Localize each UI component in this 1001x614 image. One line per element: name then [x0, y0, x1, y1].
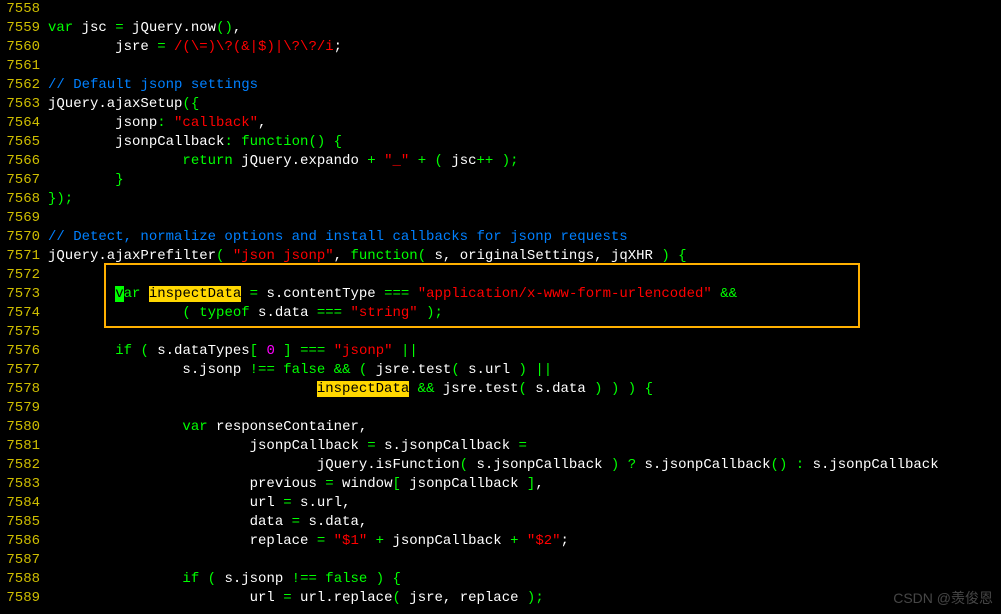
- line-number: 7563: [0, 95, 44, 114]
- code-line[interactable]: 7570// Detect, normalize options and ins…: [0, 228, 1001, 247]
- line-number: 7561: [0, 57, 44, 76]
- line-content[interactable]: jsonp: "callback",: [44, 114, 1001, 133]
- line-number: 7572: [0, 266, 44, 285]
- line-content[interactable]: [44, 551, 1001, 570]
- line-content[interactable]: [44, 57, 1001, 76]
- line-number: 7570: [0, 228, 44, 247]
- line-content[interactable]: jsre = /(\=)\?(&|$)|\?\?/i;: [44, 38, 1001, 57]
- line-content[interactable]: jQuery.isFunction( s.jsonpCallback ) ? s…: [44, 456, 1001, 475]
- code-line[interactable]: 7567 }: [0, 171, 1001, 190]
- line-content[interactable]: previous = window[ jsonpCallback ],: [44, 475, 1001, 494]
- line-content[interactable]: if ( s.dataTypes[ 0 ] === "jsonp" ||: [44, 342, 1001, 361]
- line-number: 7584: [0, 494, 44, 513]
- code-line[interactable]: 7576 if ( s.dataTypes[ 0 ] === "jsonp" |…: [0, 342, 1001, 361]
- line-content[interactable]: });: [44, 190, 1001, 209]
- line-number: 7580: [0, 418, 44, 437]
- line-content[interactable]: [44, 399, 1001, 418]
- code-line[interactable]: 7571jQuery.ajaxPrefilter( "json jsonp", …: [0, 247, 1001, 266]
- code-line[interactable]: 7580 var responseContainer,: [0, 418, 1001, 437]
- line-content[interactable]: ( typeof s.data === "string" );: [44, 304, 1001, 323]
- line-number: 7569: [0, 209, 44, 228]
- code-line[interactable]: 7572: [0, 266, 1001, 285]
- line-number: 7571: [0, 247, 44, 266]
- line-number: 7589: [0, 589, 44, 608]
- line-content[interactable]: }: [44, 171, 1001, 190]
- code-line[interactable]: 7577 s.jsonp !== false && ( jsre.test( s…: [0, 361, 1001, 380]
- line-number: 7582: [0, 456, 44, 475]
- line-number: 7585: [0, 513, 44, 532]
- code-line[interactable]: 7583 previous = window[ jsonpCallback ],: [0, 475, 1001, 494]
- line-content[interactable]: [44, 209, 1001, 228]
- code-line[interactable]: 7573 var inspectData = s.contentType ===…: [0, 285, 1001, 304]
- code-line[interactable]: 7581 jsonpCallback = s.jsonpCallback =: [0, 437, 1001, 456]
- line-number: 7587: [0, 551, 44, 570]
- line-number: 7577: [0, 361, 44, 380]
- line-content[interactable]: if ( s.jsonp !== false ) {: [44, 570, 1001, 589]
- line-content[interactable]: [44, 266, 1001, 285]
- line-number: 7573: [0, 285, 44, 304]
- line-content[interactable]: inspectData && jsre.test( s.data ) ) ) {: [44, 380, 1001, 399]
- code-line[interactable]: 7574 ( typeof s.data === "string" );: [0, 304, 1001, 323]
- line-content[interactable]: data = s.data,: [44, 513, 1001, 532]
- line-number: 7568: [0, 190, 44, 209]
- code-line[interactable]: 7585 data = s.data,: [0, 513, 1001, 532]
- line-content[interactable]: url = s.url,: [44, 494, 1001, 513]
- line-content[interactable]: var inspectData = s.contentType === "app…: [44, 285, 1001, 304]
- code-line[interactable]: 7575: [0, 323, 1001, 342]
- line-content[interactable]: [44, 0, 1001, 19]
- line-content[interactable]: jsonpCallback = s.jsonpCallback =: [44, 437, 1001, 456]
- line-number: 7565: [0, 133, 44, 152]
- code-line[interactable]: 7565 jsonpCallback: function() {: [0, 133, 1001, 152]
- line-content[interactable]: return jQuery.expando + "_" + ( jsc++ );: [44, 152, 1001, 171]
- line-number: 7559: [0, 19, 44, 38]
- line-number: 7566: [0, 152, 44, 171]
- code-line[interactable]: 7568});: [0, 190, 1001, 209]
- line-content[interactable]: [44, 323, 1001, 342]
- line-number: 7579: [0, 399, 44, 418]
- line-content[interactable]: // Default jsonp settings: [44, 76, 1001, 95]
- code-line[interactable]: 7559var jsc = jQuery.now(),: [0, 19, 1001, 38]
- line-content[interactable]: jsonpCallback: function() {: [44, 133, 1001, 152]
- code-line[interactable]: 7579: [0, 399, 1001, 418]
- line-number: 7575: [0, 323, 44, 342]
- code-line[interactable]: 7569: [0, 209, 1001, 228]
- line-number: 7576: [0, 342, 44, 361]
- code-line[interactable]: 7587: [0, 551, 1001, 570]
- line-content[interactable]: jQuery.ajaxSetup({: [44, 95, 1001, 114]
- code-line[interactable]: 7589 url = url.replace( jsre, replace );: [0, 589, 1001, 608]
- line-number: 7574: [0, 304, 44, 323]
- code-line[interactable]: 7563jQuery.ajaxSetup({: [0, 95, 1001, 114]
- line-number: 7564: [0, 114, 44, 133]
- line-content[interactable]: replace = "$1" + jsonpCallback + "$2";: [44, 532, 1001, 551]
- code-line[interactable]: 7566 return jQuery.expando + "_" + ( jsc…: [0, 152, 1001, 171]
- watermark: CSDN @羡俊恩: [893, 589, 993, 608]
- code-line[interactable]: 7564 jsonp: "callback",: [0, 114, 1001, 133]
- code-line[interactable]: 7584 url = s.url,: [0, 494, 1001, 513]
- line-content[interactable]: url = url.replace( jsre, replace );: [44, 589, 1001, 608]
- code-line[interactable]: 7561: [0, 57, 1001, 76]
- line-content[interactable]: var jsc = jQuery.now(),: [44, 19, 1001, 38]
- line-number: 7588: [0, 570, 44, 589]
- code-line[interactable]: 7560 jsre = /(\=)\?(&|$)|\?\?/i;: [0, 38, 1001, 57]
- line-content[interactable]: var responseContainer,: [44, 418, 1001, 437]
- code-editor[interactable]: 75587559var jsc = jQuery.now(),7560 jsre…: [0, 0, 1001, 608]
- code-line[interactable]: 7582 jQuery.isFunction( s.jsonpCallback …: [0, 456, 1001, 475]
- code-line[interactable]: 7558: [0, 0, 1001, 19]
- line-number: 7562: [0, 76, 44, 95]
- line-content[interactable]: jQuery.ajaxPrefilter( "json jsonp", func…: [44, 247, 1001, 266]
- line-number: 7583: [0, 475, 44, 494]
- line-number: 7558: [0, 0, 44, 19]
- code-line[interactable]: 7578 inspectData && jsre.test( s.data ) …: [0, 380, 1001, 399]
- line-number: 7567: [0, 171, 44, 190]
- code-line[interactable]: 7586 replace = "$1" + jsonpCallback + "$…: [0, 532, 1001, 551]
- line-content[interactable]: s.jsonp !== false && ( jsre.test( s.url …: [44, 361, 1001, 380]
- line-content[interactable]: // Detect, normalize options and install…: [44, 228, 1001, 247]
- line-number: 7578: [0, 380, 44, 399]
- code-line[interactable]: 7588 if ( s.jsonp !== false ) {: [0, 570, 1001, 589]
- code-line[interactable]: 7562// Default jsonp settings: [0, 76, 1001, 95]
- line-number: 7586: [0, 532, 44, 551]
- line-number: 7581: [0, 437, 44, 456]
- line-number: 7560: [0, 38, 44, 57]
